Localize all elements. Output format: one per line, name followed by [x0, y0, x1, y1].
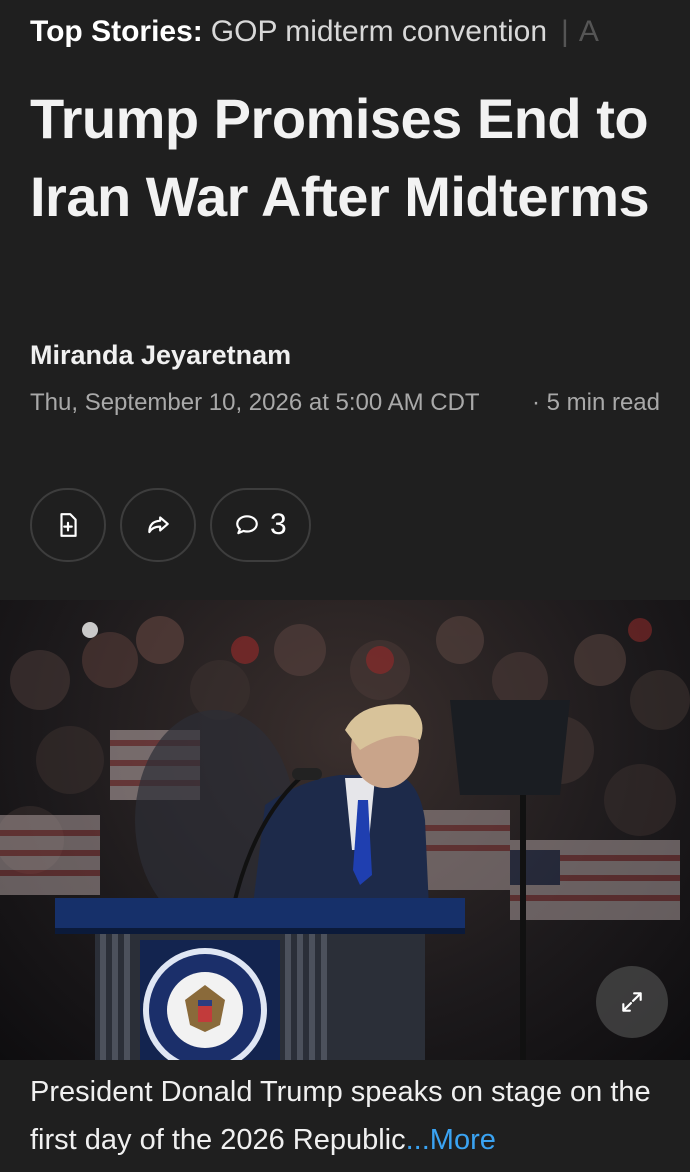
- comment-bubble-icon: [236, 515, 258, 535]
- share-arrow-icon: [148, 516, 169, 534]
- expand-arrows-icon: [622, 992, 642, 1012]
- article-headline: Trump Promises End to Iran War After Mid…: [30, 87, 650, 228]
- comments-button[interactable]: 3: [210, 488, 311, 562]
- read-time: · 5 min read: [531, 389, 660, 416]
- share-button[interactable]: [120, 488, 196, 562]
- photo-caption: President Donald Trump speaks on stage o…: [30, 1068, 670, 1164]
- save-button[interactable]: [30, 488, 106, 562]
- caption-text: President Donald Trump speaks on stage o…: [30, 1076, 651, 1156]
- bookmark-add-icon: [60, 513, 77, 537]
- article-photo[interactable]: [0, 600, 690, 1060]
- next-story-link[interactable]: A: [579, 15, 599, 49]
- comment-count: 3: [270, 508, 287, 541]
- top-story-link[interactable]: GOP midterm convention: [211, 15, 547, 49]
- top-stories-separator: |: [561, 15, 569, 48]
- expand-photo-button[interactable]: [596, 966, 668, 1038]
- author-name[interactable]: Miranda Jeyaretnam: [30, 340, 291, 371]
- publish-date: Thu, September 10, 2026 at 5:00 AM CDT: [30, 389, 480, 416]
- top-stories-label: Top Stories:: [30, 15, 203, 48]
- caption-more-link[interactable]: ...More: [406, 1124, 496, 1156]
- rally-stage-image: [0, 616, 690, 1060]
- article-actions: 3: [30, 488, 311, 562]
- top-stories-bar[interactable]: Top Stories: GOP midterm convention | A: [0, 0, 690, 64]
